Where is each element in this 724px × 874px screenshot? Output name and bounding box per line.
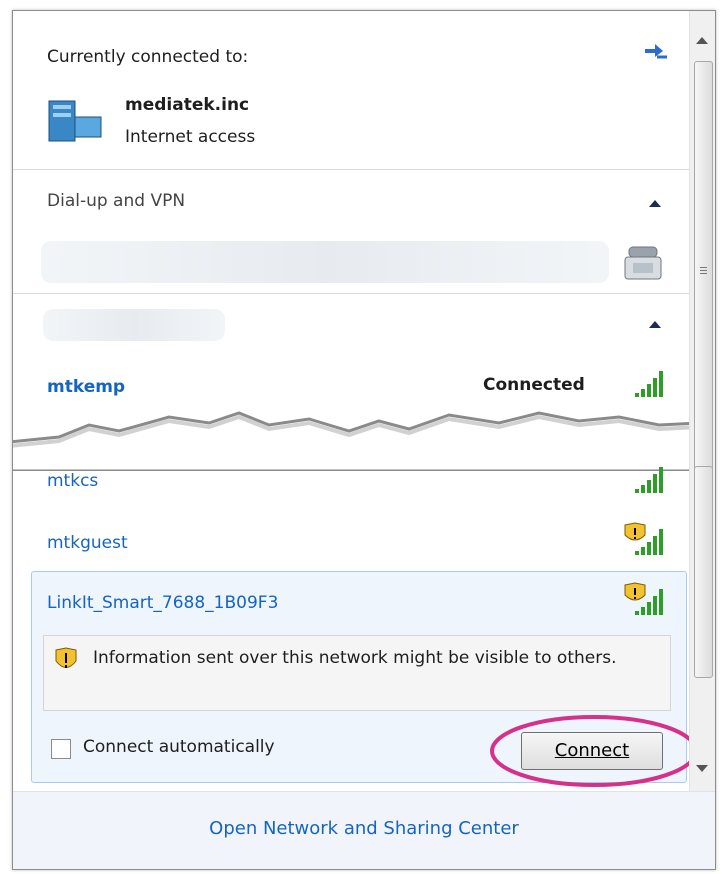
connect-automatically-checkbox[interactable] — [51, 739, 71, 759]
collapse-dialup-icon[interactable] — [649, 200, 661, 207]
footer: Open Network and Sharing Center — [13, 791, 715, 869]
scrollbar-thumb[interactable] — [694, 61, 713, 493]
scrollbar[interactable] — [689, 11, 715, 791]
torn-paper-cut — [13, 395, 715, 473]
signal-strength-icon — [633, 463, 667, 495]
divider — [13, 293, 689, 294]
scrollbar-thumb[interactable] — [694, 466, 713, 678]
currently-connected-header: Currently connected to: — [47, 47, 249, 67]
wireless-section-label — [43, 309, 225, 341]
scroll-up-arrow-icon[interactable] — [696, 37, 708, 44]
wifi-network-name[interactable]: mtkguest — [47, 533, 128, 553]
wifi-network-name[interactable]: mtkemp — [47, 377, 125, 397]
dialup-connection-item[interactable] — [41, 241, 609, 283]
open-network-sharing-center-link[interactable]: Open Network and Sharing Center — [13, 818, 715, 839]
dialup-section-label: Dial-up and VPN — [47, 191, 186, 211]
connected-network-name: mediatek.inc — [125, 95, 250, 115]
unsecured-signal-icon — [621, 521, 667, 557]
refresh-icon[interactable] — [641, 39, 671, 65]
unsecured-signal-icon — [621, 581, 667, 617]
highlight-circle — [489, 713, 699, 789]
security-warning-text: Information sent over this network might… — [93, 648, 617, 668]
network-flyout: Currently connected to: mediatek.inc Int… — [12, 10, 716, 870]
connection-status: Internet access — [125, 127, 256, 147]
wifi-network-name[interactable]: mtkcs — [47, 471, 98, 491]
warning-shield-icon — [53, 647, 79, 675]
collapse-wireless-icon[interactable] — [649, 321, 661, 328]
divider — [13, 169, 689, 170]
connect-automatically-label: Connect automatically — [83, 737, 275, 757]
wifi-network-status: Connected — [483, 375, 585, 395]
wifi-network-name[interactable]: LinkIt_Smart_7688_1B09F3 — [47, 593, 278, 613]
dialup-phone-icon — [621, 243, 665, 283]
scroll-down-arrow-icon[interactable] — [696, 765, 708, 772]
network-server-icon — [45, 97, 105, 145]
